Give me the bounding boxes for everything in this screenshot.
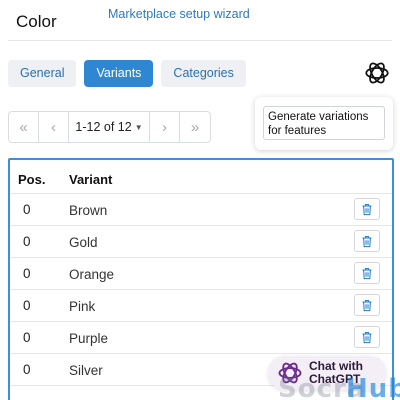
tab-variants[interactable]: Variants: [84, 60, 154, 87]
row-pos: 0: [23, 234, 31, 249]
page-title: Color: [16, 12, 57, 31]
delete-variant-button[interactable]: [354, 198, 380, 220]
pagination: « ‹ 1-12 of 12 ▼ › »: [8, 111, 211, 143]
openai-logo-icon[interactable]: [363, 59, 391, 87]
tab-general[interactable]: General: [8, 60, 77, 87]
caret-down-icon: ▼: [134, 122, 143, 132]
last-page-button[interactable]: »: [180, 112, 210, 142]
row-variant[interactable]: Orange: [69, 267, 114, 282]
header-divider: [8, 40, 392, 41]
generate-variations-button[interactable]: Generate variations for features: [263, 106, 385, 140]
column-header-variant: Variant: [69, 172, 113, 187]
tab-bar: General Variants Categories: [8, 60, 246, 87]
delete-variant-button[interactable]: [354, 262, 380, 284]
row-pos: 0: [23, 266, 31, 281]
table-header: Pos. Variant: [10, 160, 392, 194]
prev-page-button[interactable]: ‹: [39, 112, 69, 142]
table-row: 0 Gold: [10, 226, 392, 258]
row-variant[interactable]: Silver: [69, 363, 103, 378]
row-pos: 0: [23, 298, 31, 313]
row-pos: 0: [23, 362, 31, 377]
generate-variations-panel: Generate variations for features: [255, 97, 393, 150]
delete-variant-button[interactable]: [354, 230, 380, 252]
delete-variant-button[interactable]: [354, 294, 380, 316]
delete-variant-button[interactable]: [354, 326, 380, 348]
next-page-button[interactable]: ›: [150, 112, 180, 142]
page-range-select[interactable]: 1-12 of 12 ▼: [69, 112, 150, 142]
trash-icon: [361, 235, 373, 248]
column-header-pos: Pos.: [18, 172, 46, 187]
row-pos: 0: [23, 202, 31, 217]
table-row: 0 Brown: [10, 194, 392, 226]
first-page-button[interactable]: «: [9, 112, 39, 142]
page-range-label: 1-12 of 12: [75, 120, 132, 134]
row-variant[interactable]: Gold: [69, 235, 98, 250]
table-row: 0 Orange: [10, 258, 392, 290]
table-row: 0 Pink: [10, 290, 392, 322]
row-variant[interactable]: Brown: [69, 203, 107, 218]
trash-icon: [361, 299, 373, 312]
watermark-hub: Hub: [346, 374, 400, 400]
trash-icon: [361, 267, 373, 280]
trash-icon: [361, 203, 373, 216]
marketplace-setup-wizard-link[interactable]: Marketplace setup wizard: [108, 7, 250, 21]
row-pos: 0: [23, 330, 31, 345]
tab-categories[interactable]: Categories: [161, 60, 246, 87]
row-variant[interactable]: Pink: [69, 299, 95, 314]
trash-icon: [361, 331, 373, 344]
table-row: 0 Purple: [10, 322, 392, 354]
row-variant[interactable]: Purple: [69, 331, 108, 346]
